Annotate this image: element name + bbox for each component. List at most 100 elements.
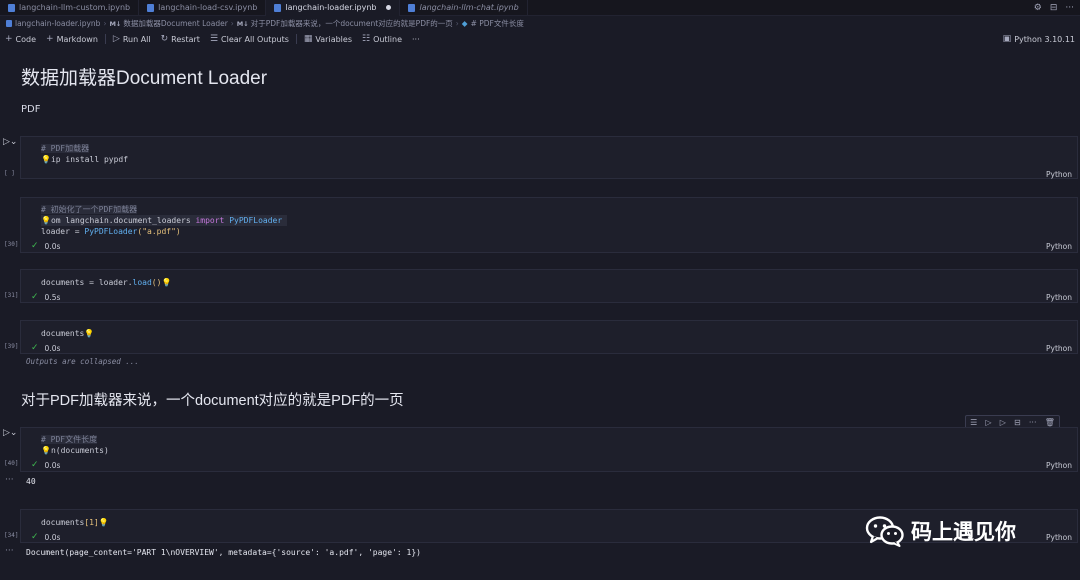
cell-language[interactable]: Python xyxy=(1046,170,1072,179)
cell-output: Document(page_content='PART 1\nOVERVIEW'… xyxy=(26,548,421,557)
check-icon: ✓ xyxy=(31,532,39,542)
code-comment: # 初始化了一个PDF加载器 xyxy=(41,205,138,214)
button-label: Clear All Outputs xyxy=(221,34,289,44)
tab-langchain-llm-chat[interactable]: langchain-llm-chat.ipynb xyxy=(400,0,528,16)
breadcrumb-section[interactable]: 数据加载器Document Loader xyxy=(123,18,227,29)
delete-icon[interactable]: 🗑 xyxy=(1045,418,1055,427)
chevron-right-icon: › xyxy=(455,19,459,28)
exec-time: 0.0s xyxy=(44,532,61,542)
output-menu-icon[interactable]: ··· xyxy=(5,475,14,485)
execute-above-icon[interactable]: ▷ xyxy=(985,418,991,427)
markdown-icon: M↓ xyxy=(109,19,122,28)
markdown-heading: 对于PDF加载器来说，一个document对应的就是PDF的一页 xyxy=(21,393,404,409)
execute-below-icon[interactable]: ▷ xyxy=(1000,418,1006,427)
notebook-icon xyxy=(274,3,282,12)
add-code-button[interactable]: + Code xyxy=(0,34,41,44)
kernel-label: Python 3.10.11 xyxy=(1014,34,1075,44)
code-line: 💡n(documents) xyxy=(41,445,109,456)
more-icon: ··· xyxy=(412,34,420,44)
divider xyxy=(295,34,297,44)
lightbulb-icon[interactable]: 💡 xyxy=(84,329,94,338)
restart-button[interactable]: ↻ Restart xyxy=(156,34,205,44)
cell-language[interactable]: Python xyxy=(1046,533,1072,542)
code-cell[interactable]: # 初始化了一个PDF加载器 💡om langchain.document_lo… xyxy=(20,197,1078,253)
code-text: documents xyxy=(41,518,85,527)
cell-language[interactable]: Python xyxy=(1046,344,1072,353)
tab-langchain-llm-custom[interactable]: langchain-llm-custom.ipynb xyxy=(0,0,140,16)
check-icon: ✓ xyxy=(31,241,39,251)
kernel-picker[interactable]: ▣ Python 3.10.11 xyxy=(998,34,1080,44)
lightbulb-icon[interactable]: 💡 xyxy=(161,278,171,287)
cell-status: ✓ 0.0s xyxy=(31,532,60,542)
lightbulb-icon[interactable]: 💡 xyxy=(41,155,51,164)
variables-button[interactable]: ▦ Variables xyxy=(299,34,357,44)
breadcrumb-file[interactable]: langchain-loader.ipynb xyxy=(15,19,100,28)
split-editor-icon[interactable]: ⊟ xyxy=(1050,3,1058,13)
execution-count: [30] xyxy=(4,241,19,248)
notebook-icon xyxy=(147,3,155,12)
lightbulb-icon[interactable]: 💡 xyxy=(99,518,109,527)
code-line: loader = PyPDFLoader("a.pdf") xyxy=(41,227,181,236)
breadcrumb-section[interactable]: # PDF文件长度 xyxy=(471,18,524,29)
notebook-icon xyxy=(8,3,15,12)
run-by-line-icon[interactable]: ☰ xyxy=(970,418,977,427)
code-index: [1] xyxy=(84,518,99,527)
code-function: PyPDFLoader xyxy=(84,227,138,236)
code-line: documents💡 xyxy=(41,328,94,339)
breadcrumb-section[interactable]: 对于PDF加载器来说，一个document对应的就是PDF的一页 xyxy=(251,18,453,29)
tab-langchain-load-csv[interactable]: langchain-load-csv.ipynb xyxy=(139,0,267,16)
button-label: Markdown xyxy=(56,34,98,44)
button-label: Outline xyxy=(373,34,403,44)
more-button[interactable]: ··· xyxy=(407,35,425,44)
code-cell[interactable]: # PDF文件长度 💡n(documents) ✓ 0.0s Python xyxy=(20,427,1078,472)
code-line: # PDF加载器 xyxy=(41,143,90,154)
code-keyword: import xyxy=(195,216,225,225)
run-cell-icon[interactable]: ▷⌄ xyxy=(3,428,17,438)
cell-language[interactable]: Python xyxy=(1046,461,1072,470)
collapsed-output[interactable]: Outputs are collapsed ... xyxy=(26,357,139,366)
code-line: 💡ip install pypdf xyxy=(41,154,128,165)
code-function: load xyxy=(132,278,152,287)
tab-label: langchain-llm-custom.ipynb xyxy=(19,3,131,12)
code-text: documents xyxy=(41,329,85,338)
markdown-heading: 数据加载器Document Loader xyxy=(21,68,268,89)
run-all-button[interactable]: ▷ Run All xyxy=(108,34,156,44)
outline-button[interactable]: ☷ Outline xyxy=(357,34,407,44)
more-actions-icon[interactable]: ··· xyxy=(1065,3,1074,13)
exec-time: 0.0s xyxy=(44,460,61,470)
code-comment: # PDF加载器 xyxy=(41,144,90,153)
code-cell[interactable]: # PDF加载器 💡ip install pypdf Python xyxy=(20,136,1078,179)
lightbulb-icon[interactable]: 💡 xyxy=(41,216,51,225)
execution-count: [40] xyxy=(4,460,19,467)
tab-langchain-loader[interactable]: langchain-loader.ipynb xyxy=(266,0,401,16)
unsaved-dot-icon[interactable] xyxy=(386,5,392,10)
check-icon: ✓ xyxy=(31,343,39,353)
code-comment: # PDF文件长度 xyxy=(41,435,98,444)
wechat-watermark: 码上遇见你 xyxy=(865,515,1016,547)
notebook-icon xyxy=(6,20,12,27)
code-cell[interactable]: documents = loader.load()💡 ✓ 0.5s Python xyxy=(20,269,1078,303)
add-markdown-button[interactable]: + Markdown xyxy=(41,34,103,44)
code-text: loader xyxy=(41,227,75,236)
kernel-icon: ▣ xyxy=(1002,34,1012,44)
tab-label: langchain-loader.ipynb xyxy=(285,3,377,12)
settings-gear-icon[interactable]: ⚙ xyxy=(1034,3,1042,13)
more-icon[interactable]: ··· xyxy=(1029,418,1037,427)
split-cell-icon[interactable]: ⊟ xyxy=(1014,418,1021,427)
check-icon: ✓ xyxy=(31,460,39,470)
wechat-logo-icon xyxy=(865,516,904,547)
code-text: om langchain.document_loaders xyxy=(50,216,196,225)
code-cell[interactable]: documents💡 ✓ 0.0s Python xyxy=(20,320,1078,354)
cell-language[interactable]: Python xyxy=(1046,242,1072,251)
code-operator: = xyxy=(74,227,80,236)
code-string: "a.pdf" xyxy=(142,227,176,236)
clear-outputs-button[interactable]: ☰ Clear All Outputs xyxy=(205,34,294,44)
plus-icon: + xyxy=(46,34,54,44)
run-all-icon: ▷ xyxy=(112,34,120,44)
execution-count: [ ] xyxy=(4,170,15,177)
output-menu-icon[interactable]: ··· xyxy=(5,546,14,556)
lightbulb-icon[interactable]: 💡 xyxy=(41,446,51,455)
cell-language[interactable]: Python xyxy=(1046,293,1072,302)
run-cell-icon[interactable]: ▷⌄ xyxy=(3,137,17,147)
chevron-right-icon: › xyxy=(230,19,234,28)
